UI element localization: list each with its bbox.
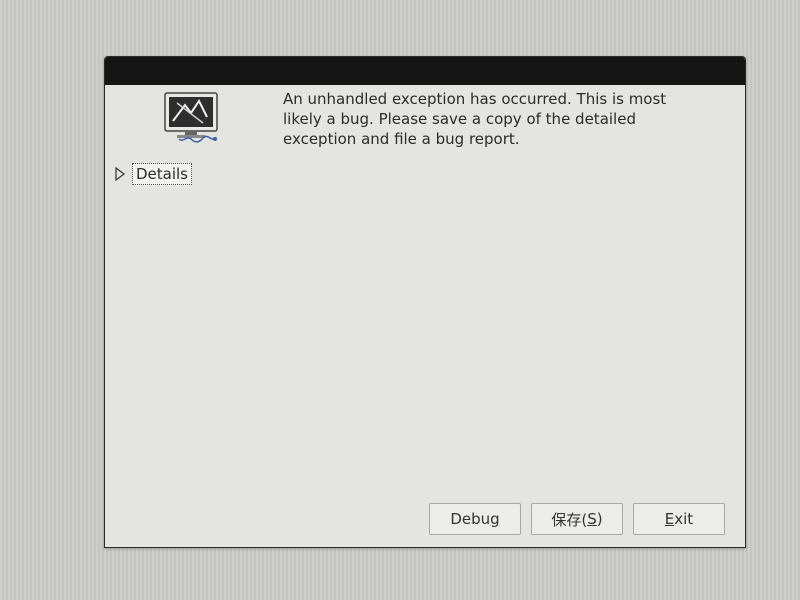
save-button[interactable]: 保存(S) [531,503,623,535]
save-label-post: ) [596,510,603,528]
triangle-right-icon[interactable] [113,166,127,182]
debug-label-mnemonic: g [490,510,500,528]
details-label[interactable]: Details [132,163,193,185]
exit-label-mnemonic: E [664,510,675,528]
exception-dialog: An unhandled exception has occurred. Thi… [104,56,746,548]
debug-label-pre: Debu [450,510,491,528]
exit-button[interactable]: Exit [633,503,725,535]
crashed-computer-icon [163,91,223,145]
details-expander[interactable]: Details [113,163,193,185]
dialog-titlebar[interactable] [105,57,745,85]
save-label-mnemonic: S [587,510,597,528]
save-label-pre: 保存( [551,510,588,529]
exit-label-post: xit [674,510,694,528]
exception-message: An unhandled exception has occurred. Thi… [283,90,667,148]
debug-button[interactable]: Debu g [429,503,521,535]
